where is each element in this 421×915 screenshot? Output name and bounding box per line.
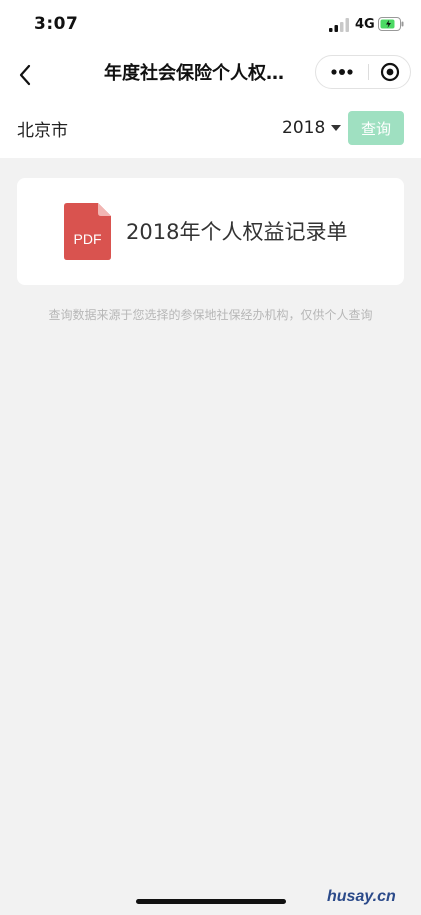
data-source-note: 查询数据来源于您选择的参保地社保经办机构，仅供个人查询 — [48, 308, 373, 322]
more-dots-icon — [331, 69, 353, 75]
record-title: 2018年个人权益记录单 — [126, 220, 348, 244]
year-value: 2018 — [282, 118, 326, 138]
page-title: 年度社会保险个人权… — [104, 63, 284, 84]
close-miniprogram-button[interactable] — [369, 56, 411, 88]
target-icon — [380, 62, 400, 82]
network-type: 4G — [355, 17, 375, 32]
pdf-file-icon: PDF — [64, 203, 111, 260]
watermark: husay.cn — [327, 888, 396, 905]
back-button[interactable] — [8, 58, 42, 92]
status-time: 3:07 — [34, 14, 79, 34]
home-indicator — [136, 899, 286, 904]
record-card[interactable]: PDF 2018年个人权益记录单 — [17, 178, 404, 285]
signal-icon — [329, 18, 349, 32]
year-select[interactable]: 2018 — [282, 114, 342, 142]
battery-icon — [378, 17, 404, 31]
query-button[interactable]: 查询 — [348, 111, 404, 145]
more-button[interactable] — [316, 56, 368, 88]
miniprogram-capsule — [315, 55, 411, 89]
city-label[interactable]: 北京市 — [17, 116, 68, 141]
caret-down-icon — [331, 125, 342, 131]
pdf-icon-label: PDF — [73, 231, 102, 247]
chevron-left-icon — [19, 64, 31, 86]
